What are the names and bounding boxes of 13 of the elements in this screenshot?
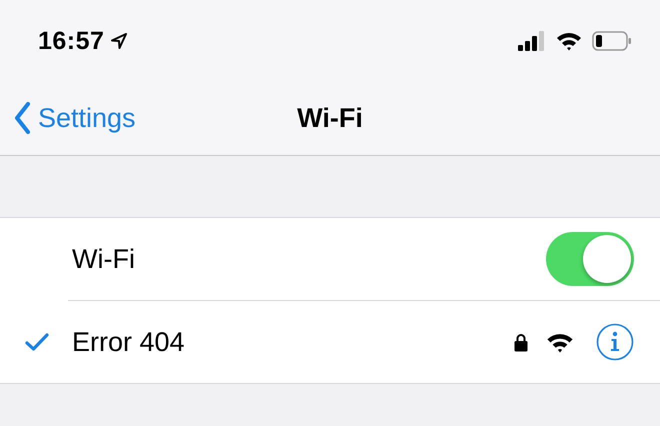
info-icon[interactable] [596, 323, 634, 361]
toggle-switch[interactable] [546, 232, 634, 286]
back-button[interactable]: Settings [0, 102, 136, 134]
wifi-label: Wi-Fi [72, 244, 136, 274]
status-time: 16:57 [38, 26, 104, 56]
cellular-signal-icon [518, 31, 546, 51]
location-arrow-icon [110, 32, 128, 50]
wifi-signal-icon [546, 332, 574, 352]
battery-icon [592, 31, 632, 51]
chevron-left-icon [14, 102, 30, 134]
wifi-signal-icon [556, 31, 582, 51]
screen-title: Wi-Fi [297, 102, 363, 134]
network-name[interactable]: Error 404 [72, 326, 185, 358]
